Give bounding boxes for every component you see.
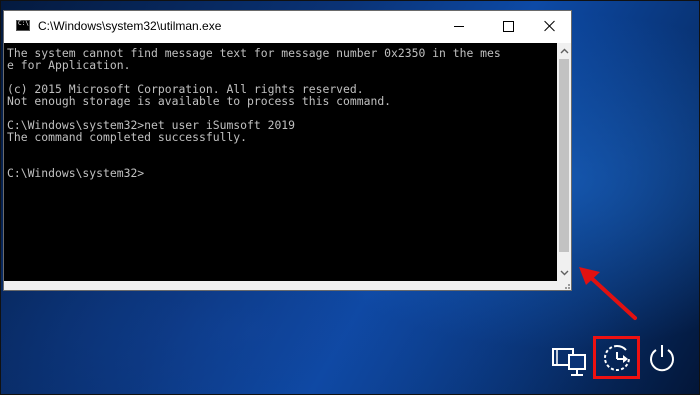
red-arrow-icon <box>579 267 637 320</box>
scroll-down-button[interactable] <box>557 265 571 281</box>
maximize-button[interactable] <box>485 11 531 41</box>
minimize-icon <box>454 25 464 27</box>
window-titlebar[interactable]: C:\Windows\system32\utilman.exe <box>4 11 571 43</box>
console-output[interactable]: The system cannot find message text for … <box>4 43 557 281</box>
command-prompt-window[interactable]: C:\Windows\system32\utilman.exe The syst… <box>3 10 572 291</box>
chevron-down-icon <box>560 270 568 276</box>
console-line: e for Application. <box>7 58 131 72</box>
minimize-button[interactable] <box>436 11 482 41</box>
network-icon[interactable] <box>551 345 587 377</box>
power-icon[interactable] <box>647 342 677 374</box>
close-button[interactable] <box>527 11 573 41</box>
window-title: C:\Windows\system32\utilman.exe <box>38 19 222 33</box>
vertical-scrollbar[interactable] <box>557 43 571 281</box>
ease-of-access-icon[interactable] <box>601 342 633 374</box>
window-bottom-bar <box>4 281 571 290</box>
resize-grip-icon[interactable] <box>561 281 571 290</box>
maximize-icon <box>502 20 514 32</box>
close-icon <box>544 20 556 32</box>
scroll-thumb[interactable] <box>559 59 569 252</box>
console-line: Not enough storage is available to proce… <box>7 94 392 108</box>
scroll-up-button[interactable] <box>557 43 571 59</box>
console-line: The command completed successfully. <box>7 130 248 144</box>
chevron-up-icon <box>560 48 568 54</box>
lock-screen-desktop: C:\Windows\system32\utilman.exe The syst… <box>0 0 700 395</box>
console-prompt: C:\Windows\system32> <box>7 166 145 180</box>
console-app-icon <box>16 20 30 31</box>
